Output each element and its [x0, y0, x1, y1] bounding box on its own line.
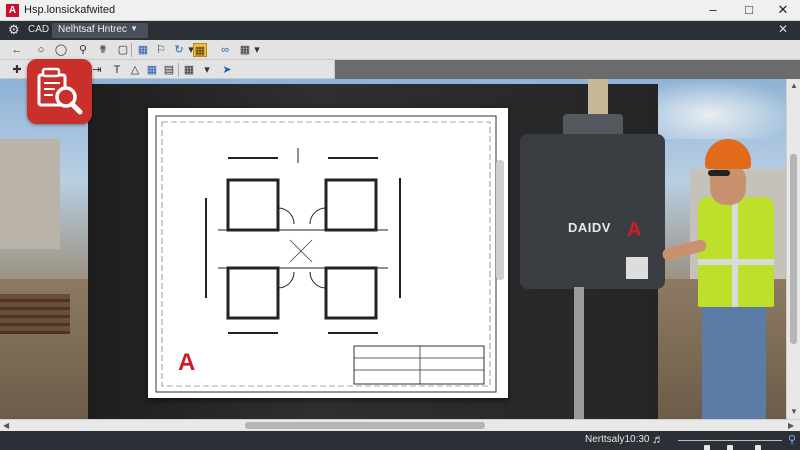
- dimension-icon[interactable]: △: [128, 63, 142, 77]
- zoom-slider[interactable]: [678, 440, 782, 450]
- layer-state-icon[interactable]: ▦: [193, 43, 207, 57]
- window-title: Hsp.lonsickafwited: [24, 4, 116, 16]
- drawing-sheet[interactable]: A: [148, 108, 508, 398]
- scroll-up-icon[interactable]: ▲: [790, 81, 798, 91]
- worker-sunglasses: [708, 170, 730, 176]
- chevron-down-icon[interactable]: ▼: [130, 24, 138, 33]
- tab-cad[interactable]: CAD: [28, 24, 49, 35]
- close-button[interactable]: ✕: [766, 0, 800, 21]
- floor-plan-drawing: A: [155, 115, 497, 393]
- snap-icon[interactable]: ♬: [652, 432, 664, 446]
- sky-clouds: [650, 79, 800, 139]
- menu-bar: ⚙ CAD Nelhtsaf Hntrec ▼ ✕: [0, 21, 800, 40]
- zoom-slider-knob[interactable]: [704, 445, 711, 450]
- toolbar-separator: [131, 43, 132, 57]
- toolbar-primary: ← ○ ◯ ⚲ ✟ ▢ ▦ ⚐ ↻ ▾ ▦ ∞ ▦ ▾: [0, 40, 800, 60]
- document-tab-label: Nelhtsaf Hntrec: [58, 24, 127, 35]
- machine-hose: [574, 287, 584, 419]
- scroll-left-icon[interactable]: ◀: [3, 421, 9, 431]
- select-icon[interactable]: ○: [34, 43, 48, 57]
- minimize-icon: –: [709, 2, 717, 17]
- print-icon[interactable]: ▤: [162, 63, 176, 77]
- maximize-icon: □: [745, 2, 753, 17]
- minimize-button[interactable]: –: [696, 0, 730, 21]
- close-document-icon[interactable]: ✕: [778, 22, 788, 36]
- gear-icon[interactable]: ⚙: [8, 22, 20, 38]
- table-icon[interactable]: ▦: [182, 63, 196, 77]
- block-icon[interactable]: ▦: [145, 63, 159, 77]
- status-bar: Nerttsaly10:30 ♬ ⚲: [0, 431, 800, 450]
- properties-icon[interactable]: ⚐: [154, 43, 168, 57]
- link-icon[interactable]: ∞: [218, 43, 232, 57]
- grid-dropdown-icon[interactable]: ▾: [250, 43, 264, 57]
- maximize-button[interactable]: □: [732, 0, 766, 21]
- title-bar: A Hsp.lonsickafwited – □ ✕: [0, 0, 800, 21]
- machine-label: DAIDV: [568, 220, 611, 235]
- app-logo-icon: A: [6, 4, 19, 17]
- zoom-icon[interactable]: ⚲: [76, 43, 90, 57]
- align-right-icon[interactable]: ⇥: [90, 63, 104, 77]
- lasso-icon[interactable]: ◯: [54, 43, 68, 57]
- scroll-down-icon[interactable]: ▼: [790, 407, 798, 417]
- horizontal-scrollbar[interactable]: ◀ ▶: [0, 419, 800, 431]
- vest-stripe: [732, 197, 738, 307]
- toolbar-separator: [178, 63, 179, 77]
- machine-plate: [626, 257, 648, 279]
- scroll-right-icon[interactable]: ▶: [788, 421, 794, 431]
- layer-icon[interactable]: ▦: [136, 43, 150, 57]
- autocad-logo-icon: A: [627, 219, 642, 241]
- status-coordinates: Nerttsaly10:30: [585, 434, 650, 445]
- undo-icon[interactable]: ←: [10, 43, 24, 57]
- text-icon[interactable]: T: [110, 63, 124, 77]
- magnifier-icon[interactable]: ⚲: [788, 433, 796, 446]
- blueprint-search-icon: [37, 67, 83, 115]
- table-dropdown-icon[interactable]: ▾: [200, 63, 214, 77]
- zoom-slider-knob[interactable]: [727, 445, 733, 450]
- vertical-scrollbar[interactable]: ▲ ▼: [786, 79, 800, 419]
- app-badge[interactable]: [27, 59, 92, 124]
- document-tab[interactable]: Nelhtsaf Hntrec ▼: [52, 23, 148, 38]
- horizontal-scroll-thumb[interactable]: [245, 422, 485, 429]
- move-icon[interactable]: ✚: [10, 63, 24, 77]
- background-building: [0, 139, 60, 249]
- svg-text:A: A: [178, 349, 195, 376]
- pan-icon[interactable]: ✟: [96, 43, 110, 57]
- sheet-scrollbar[interactable]: [496, 160, 504, 280]
- hard-hat: [705, 139, 751, 169]
- close-icon: ✕: [777, 2, 789, 17]
- window-select-icon[interactable]: ▢: [116, 43, 130, 57]
- zoom-slider-knob[interactable]: [755, 445, 762, 450]
- cursor-icon[interactable]: ➤: [220, 63, 234, 77]
- lumber-stack: [0, 294, 70, 334]
- worker-legs: [702, 307, 766, 419]
- vertical-scroll-thumb[interactable]: [790, 154, 797, 344]
